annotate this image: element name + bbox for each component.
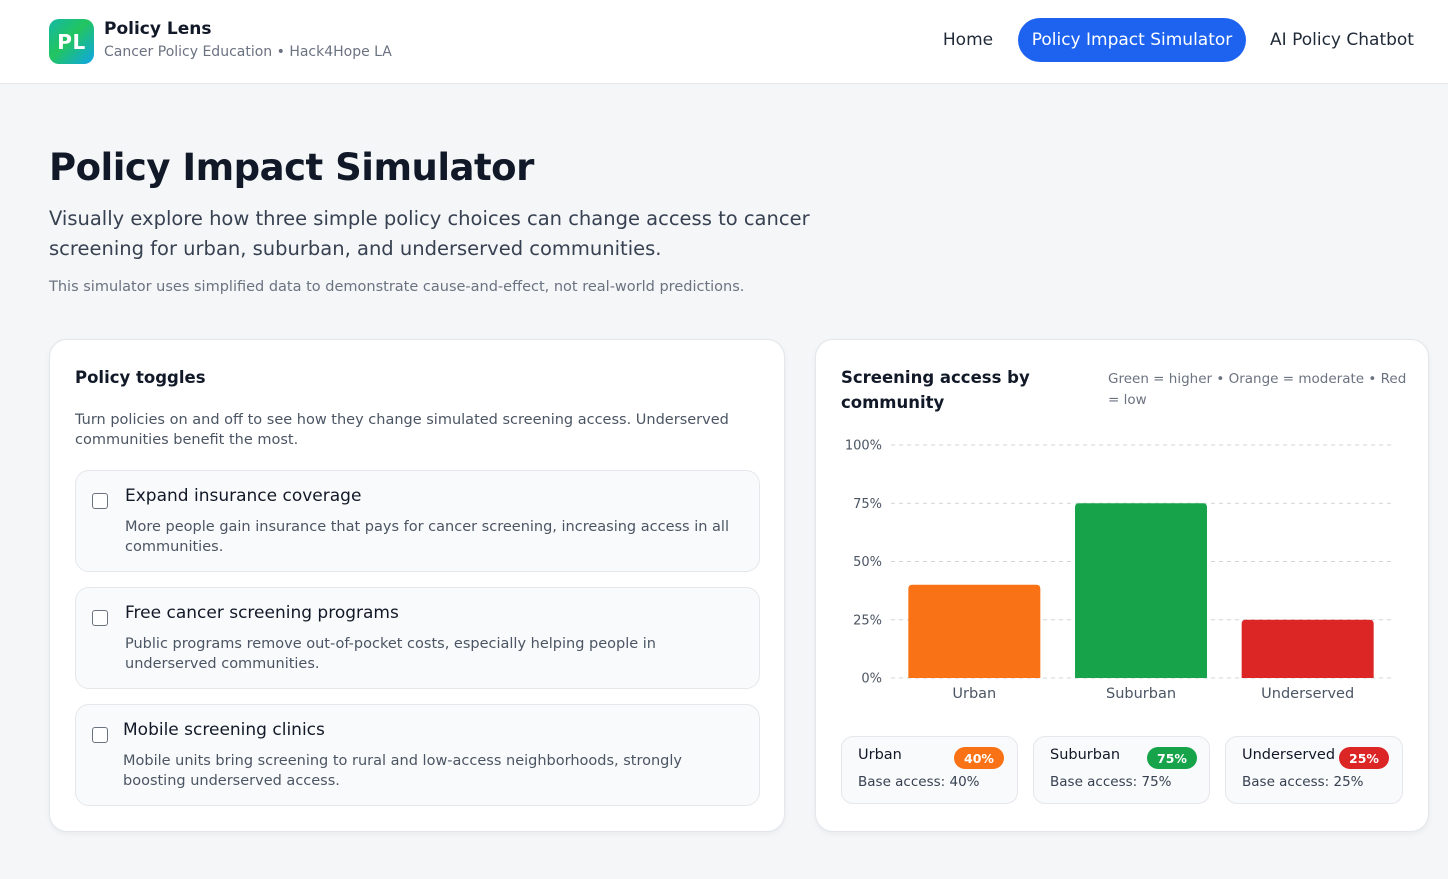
stat-name: Underserved — [1242, 747, 1336, 763]
x-category-label: Suburban — [1106, 686, 1176, 702]
screening-access-card: Screening access by community Green = hi… — [815, 339, 1429, 832]
y-tick-label: 75% — [853, 497, 882, 512]
nav-policy-impact-simulator-link[interactable]: Policy Impact Simulator — [1018, 18, 1246, 62]
bar-urban — [908, 584, 1041, 678]
page-disclaimer: This simulator uses simplified data to d… — [49, 279, 745, 295]
access-badge: 25% — [1339, 747, 1389, 769]
expand-insurance-checkbox[interactable] — [92, 493, 108, 509]
stat-name: Urban — [858, 747, 902, 763]
base-access-text: Base access: 25% — [1242, 774, 1364, 790]
policy-toggles-description: Turn policies on and off to see how they… — [75, 412, 729, 448]
base-access-text: Base access: 40% — [858, 774, 980, 790]
page-title: Policy Impact Simulator — [49, 146, 534, 189]
policy-toggle-expand-insurance[interactable]: Expand insurance coverage More people ga… — [75, 470, 760, 572]
mobile-clinics-checkbox[interactable] — [92, 727, 108, 743]
base-access-text: Base access: 75% — [1050, 774, 1172, 790]
stat-card-underserved: Underserved 25% Base access: 25% — [1225, 736, 1403, 804]
bar-underserved — [1241, 619, 1374, 678]
policy-description: More people gain insurance that pays for… — [125, 519, 729, 555]
policy-toggle-free-screening[interactable]: Free cancer screening programs Public pr… — [75, 587, 760, 689]
access-badge: 40% — [954, 747, 1004, 769]
stat-name: Suburban — [1050, 747, 1121, 763]
y-tick-label: 0% — [861, 672, 882, 687]
stat-card-suburban: Suburban 75% Base access: 75% — [1033, 736, 1210, 804]
nav-ai-policy-chatbot-link[interactable]: AI Policy Chatbot — [1262, 18, 1422, 62]
policy-title: Expand insurance coverage — [125, 486, 362, 506]
top-navigation-bar: PL Policy Lens Cancer Policy Education •… — [0, 0, 1448, 84]
policy-description: Mobile units bring screening to rural an… — [123, 753, 682, 789]
policy-title: Free cancer screening programs — [125, 603, 399, 623]
y-tick-label: 100% — [845, 439, 882, 454]
policy-toggle-mobile-clinics[interactable]: Mobile screening clinics Mobile units br… — [75, 704, 760, 806]
bar-suburban — [1075, 503, 1207, 678]
free-screening-checkbox[interactable] — [92, 610, 108, 626]
access-badge: 75% — [1147, 747, 1197, 769]
policy-toggles-title: Policy toggles — [75, 368, 206, 387]
y-tick-label: 50% — [853, 555, 882, 570]
screening-access-bar-chart: 0% 25% 50% 75% 100% Urban Suburban Underserved — [845, 439, 1391, 702]
x-category-label: Underserved — [1261, 686, 1354, 702]
y-tick-label: 25% — [853, 613, 882, 628]
policy-title: Mobile screening clinics — [123, 720, 325, 740]
chart-color-legend: Green = higher • Orange = moderate • Red… — [1108, 371, 1407, 408]
page-lead: Visually explore how three simple policy… — [49, 207, 810, 260]
x-category-label: Urban — [952, 686, 996, 702]
policy-toggles-card: Policy toggles Turn policies on and off … — [49, 339, 785, 832]
brand-subtitle: Cancer Policy Education • Hack4Hope LA — [104, 44, 392, 60]
chart-panel-title: Screening access by community — [841, 368, 1030, 412]
nav-home-link[interactable]: Home — [930, 18, 1006, 62]
stat-card-urban: Urban 40% Base access: 40% — [841, 736, 1018, 804]
brand-logo[interactable]: PL — [49, 19, 94, 64]
policy-description: Public programs remove out-of-pocket cos… — [125, 636, 656, 672]
brand-name: Policy Lens — [104, 19, 212, 39]
